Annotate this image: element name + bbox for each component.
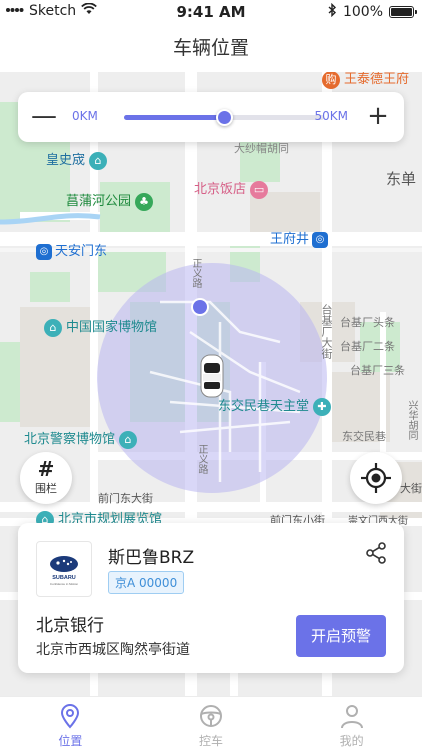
- map-label-top-partial: 购王泰德王府: [322, 72, 409, 89]
- battery-icon: [389, 6, 417, 18]
- location-address: 北京市西城区陶然亭街道: [36, 642, 190, 658]
- map-label-huangshicheng: 皇史宬 ⌂: [46, 149, 111, 170]
- enable-alert-button[interactable]: 开启预警: [296, 615, 386, 657]
- museum-icon: ⌂: [44, 318, 62, 337]
- vehicle-name: 斯巴鲁BRZ: [108, 548, 195, 568]
- status-right: 100%: [328, 2, 417, 21]
- shopping-icon: 购: [322, 72, 340, 89]
- battery-percent: 100%: [342, 4, 383, 20]
- nav-bar: 车辆位置: [0, 24, 422, 72]
- fence-icon: #: [37, 457, 55, 481]
- map-label-tiananmen-east: ◎ 天安门东: [36, 240, 107, 260]
- map-label-changpu: 菖蒲河公园 ♣: [66, 190, 157, 211]
- map-label-xinghua: 兴华胡同: [406, 400, 417, 440]
- tab-bar: 位置 控车 我的: [0, 696, 422, 750]
- location-name: 北京银行: [36, 616, 104, 636]
- svg-text:Confidence in Motion: Confidence in Motion: [50, 582, 79, 586]
- radius-min-label: 0KM: [72, 109, 98, 123]
- radius-decrease-button[interactable]: —: [26, 99, 62, 135]
- share-icon[interactable]: [364, 541, 388, 565]
- fence-button[interactable]: # 围栏: [20, 452, 72, 504]
- location-pin-icon: [61, 704, 80, 729]
- hotel-icon: ▭: [250, 180, 269, 199]
- map-label-police-museum: 北京警察博物馆 ⌂: [24, 428, 141, 449]
- page-title: 车辆位置: [172, 37, 249, 59]
- map-label-beijing-hotel: 北京饭店 ▭: [194, 178, 272, 199]
- locate-button[interactable]: [350, 452, 402, 504]
- car-marker-icon[interactable]: [200, 354, 224, 398]
- radius-control: — 0KM 50KM +: [18, 92, 404, 142]
- radius-slider-fill: [124, 115, 224, 120]
- steering-wheel-icon: [200, 705, 222, 727]
- church-icon: ✚: [313, 397, 332, 416]
- map-label-wangfujing: 王府井 ◎: [270, 228, 331, 248]
- user-location-icon: [191, 298, 209, 316]
- vehicle-card: SUBARU Confidence in Motion 斯巴鲁BRZ 京A 00…: [18, 523, 404, 673]
- landmark-icon: ⌂: [89, 151, 108, 170]
- crosshair-icon: [361, 463, 391, 493]
- tab-profile[interactable]: 我的: [281, 697, 422, 750]
- park-icon: ♣: [135, 192, 154, 211]
- map-label-taiji-dajie: 台基厂大街: [320, 304, 333, 359]
- tab-label: 控车: [199, 734, 224, 748]
- tab-location[interactable]: 位置: [0, 697, 141, 750]
- metro-icon: ◎: [36, 243, 52, 260]
- map-label-dajie-right: 大街: [400, 482, 422, 495]
- map-label-taiji-2: 台基厂二条: [340, 340, 395, 353]
- radius-slider-thumb[interactable]: [216, 109, 233, 126]
- user-icon: [340, 705, 363, 729]
- map-label-zhengyi-north: 正义路: [190, 258, 201, 288]
- map-label-dongdan: 东单: [386, 170, 417, 188]
- radius-increase-button[interactable]: +: [360, 99, 396, 135]
- map-label-taiji-3: 台基厂三条: [350, 364, 405, 377]
- map-label-qianmen-east: 前门东大街: [98, 492, 153, 505]
- svg-text:SUBARU: SUBARU: [52, 575, 76, 581]
- license-plate-badge: 京A 00000: [108, 571, 185, 594]
- status-bar: Sketch 9:41 AM 100%: [0, 0, 422, 24]
- map-label-national-museum: ⌂ 中国国家博物馆: [44, 316, 157, 337]
- map-label-taiji-1: 台基厂头条: [340, 316, 395, 329]
- tab-label: 位置: [58, 734, 83, 748]
- subaru-logo: SUBARU Confidence in Motion: [36, 541, 92, 597]
- museum-icon: ⌂: [119, 430, 138, 449]
- map-label-dashaqiao: 大纱帽胡同: [234, 142, 289, 155]
- map-label-dongjiaominxiang: 东交民巷: [342, 430, 386, 443]
- map-label-zhengyi-south: 正义路: [196, 444, 207, 474]
- bluetooth-icon: [328, 2, 337, 21]
- fence-label: 围栏: [35, 482, 57, 495]
- radius-slider[interactable]: [124, 109, 324, 126]
- metro-icon: ◎: [312, 231, 329, 248]
- radius-max-label: 50KM: [314, 109, 349, 123]
- tab-control[interactable]: 控车: [141, 697, 282, 750]
- map-label-church: 东交民巷天主堂 ✚: [218, 395, 335, 416]
- tab-label: 我的: [339, 734, 364, 748]
